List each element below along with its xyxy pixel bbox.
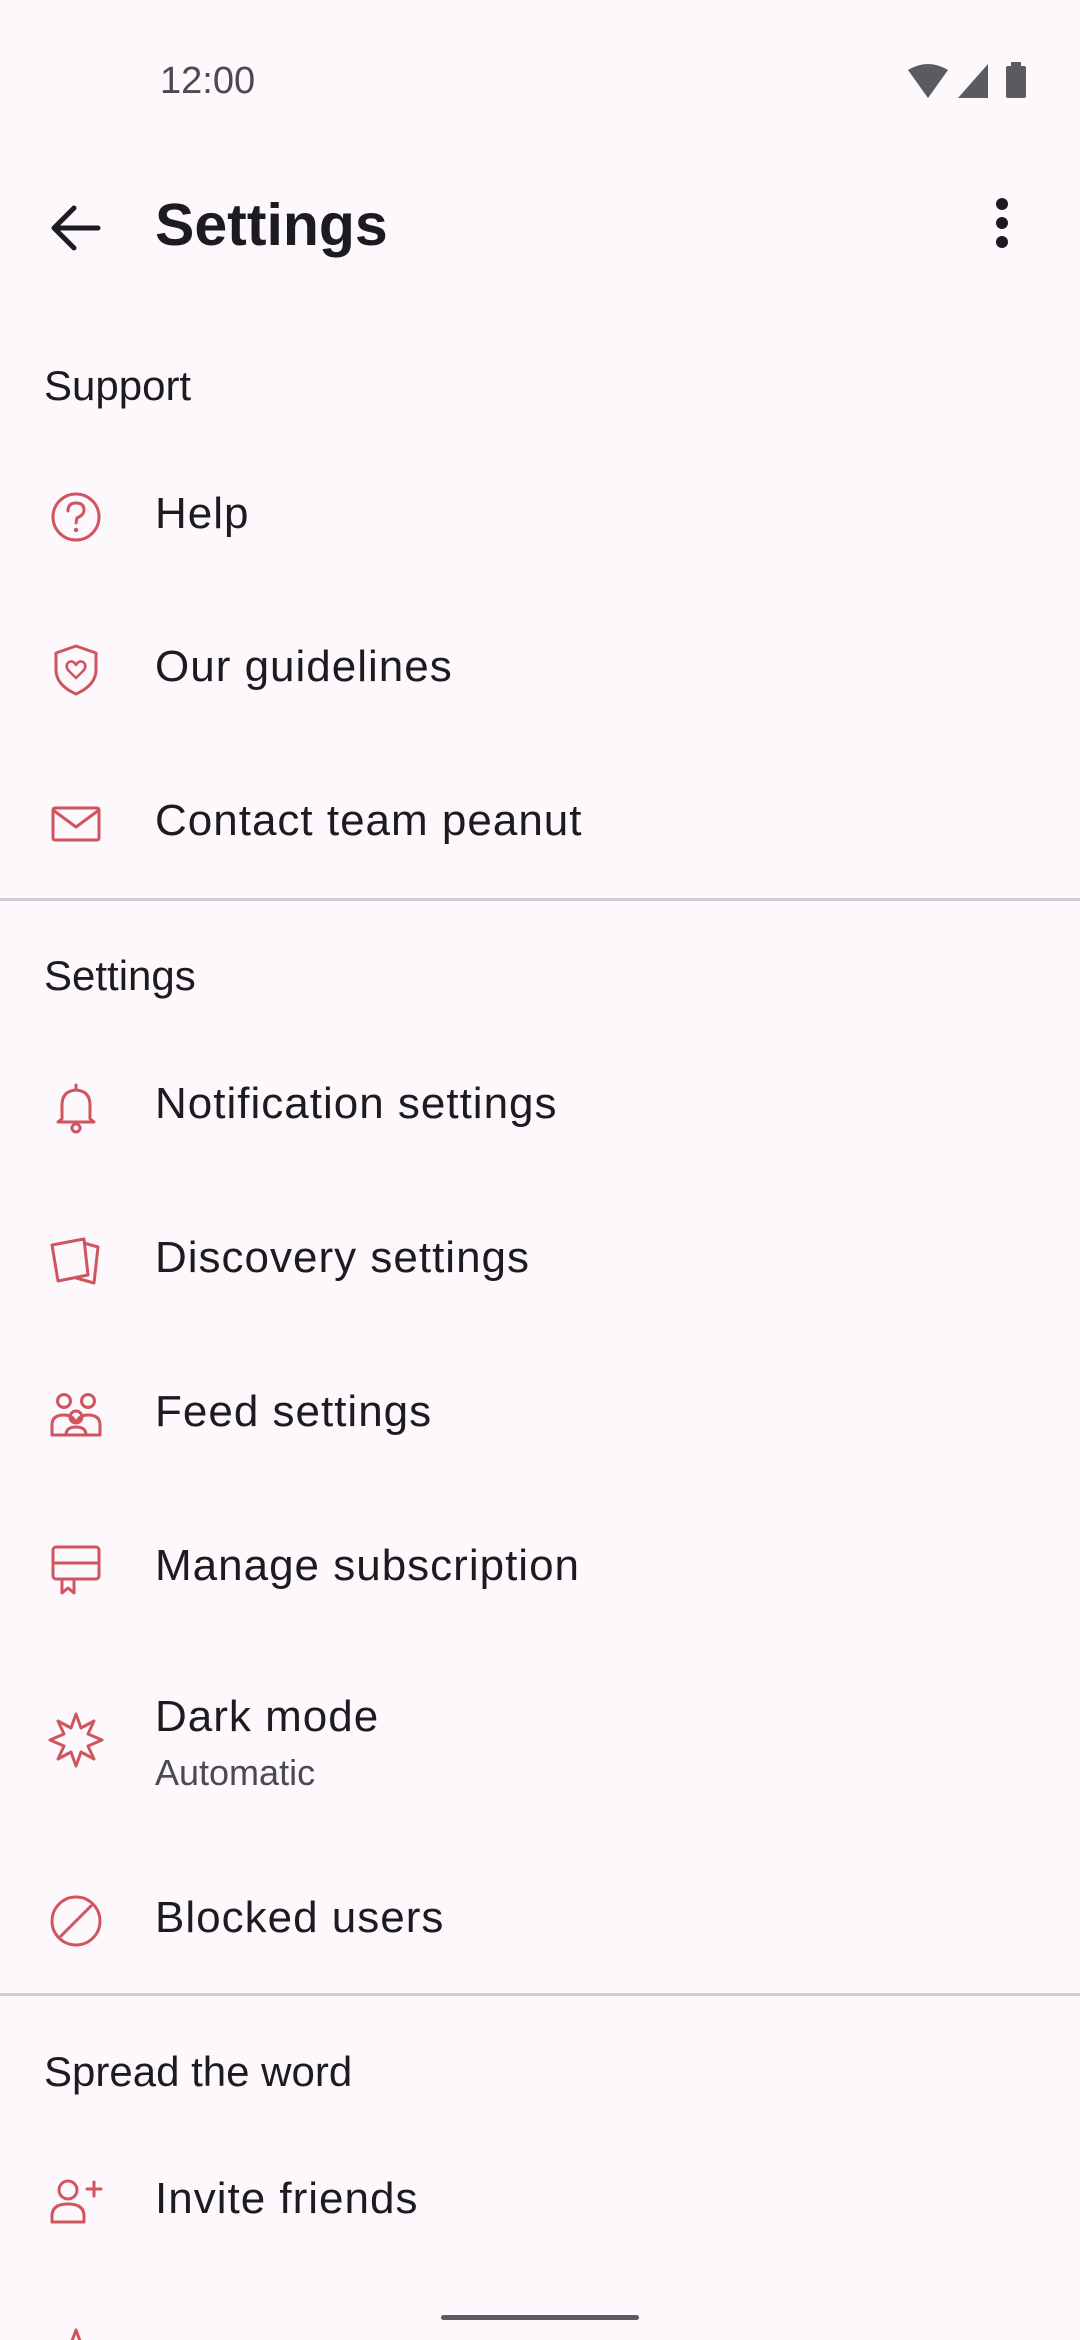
more-vert-icon bbox=[996, 198, 1008, 248]
help-circle-icon bbox=[44, 485, 108, 549]
settings-row-contact[interactable]: Contact team peanut bbox=[0, 772, 1080, 872]
row-label: Contact team peanut bbox=[155, 796, 583, 845]
app-bar: Settings bbox=[0, 170, 1080, 280]
section-divider bbox=[0, 898, 1080, 901]
settings-row-invite[interactable]: Invite friends bbox=[0, 2150, 1080, 2250]
mail-icon bbox=[44, 792, 108, 856]
sunburst-icon bbox=[44, 1708, 108, 1772]
star-icon bbox=[44, 2326, 108, 2340]
status-time: 12:00 bbox=[160, 60, 256, 102]
row-label: Dark mode bbox=[155, 1692, 380, 1741]
settings-row-next-partial[interactable] bbox=[0, 2318, 1080, 2340]
subscription-icon bbox=[44, 1537, 108, 1601]
row-label: Discovery settings bbox=[155, 1233, 531, 1282]
settings-row-blocked[interactable]: Blocked users bbox=[0, 1869, 1080, 1969]
section-header-support: Support bbox=[44, 362, 192, 409]
bell-icon bbox=[44, 1075, 108, 1139]
row-label: Notification settings bbox=[155, 1079, 558, 1128]
add-person-icon bbox=[44, 2170, 108, 2234]
row-label: Manage subscription bbox=[155, 1541, 581, 1590]
settings-row-subscription[interactable]: Manage subscription bbox=[0, 1517, 1080, 1617]
cards-icon bbox=[44, 1229, 108, 1293]
row-label: Help bbox=[155, 489, 250, 538]
block-icon bbox=[44, 1889, 108, 1953]
settings-row-notifications[interactable]: Notification settings bbox=[0, 1055, 1080, 1155]
group-icon bbox=[44, 1383, 108, 1447]
settings-row-guidelines[interactable]: Our guidelines bbox=[0, 618, 1080, 718]
status-bar: 12:00 bbox=[0, 0, 1080, 170]
row-label: Feed settings bbox=[155, 1387, 433, 1436]
section-header-spread: Spread the word bbox=[44, 2048, 353, 2095]
signal-icon bbox=[958, 64, 988, 98]
row-label: Our guidelines bbox=[155, 642, 453, 691]
settings-row-discovery[interactable]: Discovery settings bbox=[0, 1209, 1080, 1309]
row-label: Blocked users bbox=[155, 1893, 445, 1942]
section-divider bbox=[0, 1993, 1080, 1996]
shield-heart-icon bbox=[44, 638, 108, 702]
row-label: Invite friends bbox=[155, 2174, 419, 2223]
battery-icon bbox=[1006, 62, 1026, 98]
back-button[interactable] bbox=[36, 188, 116, 268]
status-icons bbox=[906, 62, 1030, 102]
home-indicator[interactable] bbox=[441, 2315, 639, 2320]
section-header-settings: Settings bbox=[44, 952, 196, 999]
more-options-button[interactable] bbox=[964, 190, 1040, 266]
row-sublabel: Automatic bbox=[155, 1752, 316, 1793]
settings-row-dark-mode[interactable]: Dark mode Automatic bbox=[0, 1670, 1080, 1810]
wifi-icon bbox=[908, 64, 948, 98]
page-title: Settings bbox=[155, 192, 388, 258]
settings-row-help[interactable]: Help bbox=[0, 465, 1080, 565]
settings-row-feed[interactable]: Feed settings bbox=[0, 1363, 1080, 1463]
arrow-back-icon bbox=[51, 205, 101, 251]
